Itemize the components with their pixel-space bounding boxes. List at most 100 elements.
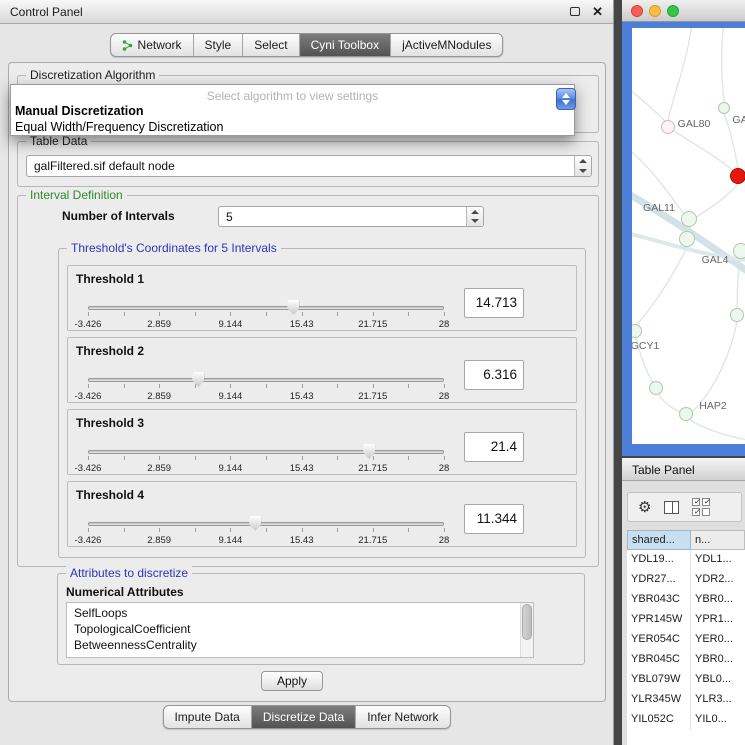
table-row[interactable]: YLR345WYLR3... [627,690,745,710]
threshold-1-value[interactable]: 14.713 [464,288,524,318]
tab-infer-network[interactable]: Infer Network [356,706,449,728]
apply-button[interactable]: Apply [261,671,323,691]
threshold-2-slider[interactable] [88,372,444,390]
network-node[interactable] [730,168,745,184]
table-cell-name[interactable]: YDR2... [691,570,745,590]
number-of-intervals-combobox[interactable]: 5 [218,206,484,227]
zoom-traffic-light-icon[interactable] [667,5,679,17]
table-header-row: shared... n... [627,530,745,550]
attribute-list-item[interactable]: TopologicalCoefficient [67,621,533,637]
network-node[interactable] [679,407,693,421]
combobox-stepper-icon[interactable] [574,156,591,176]
table-data-combobox[interactable]: galFiltered.sif default node [26,155,592,177]
slider-scale-label: 15.43 [290,535,314,546]
threshold-4-value[interactable]: 11.344 [464,504,524,534]
table-cell-shared-name[interactable]: YLR345W [627,690,691,710]
table-cell-name[interactable]: YLR3... [691,690,745,710]
tab-cyni-toolbox-label: Cyni Toolbox [311,38,379,52]
slider-scale: -3.4262.8599.14415.4321.71528 [88,319,444,331]
threshold-3-slider[interactable] [88,444,444,462]
slider-scale-label: -3.426 [75,535,102,546]
table-cell-shared-name[interactable]: YPR145W [627,610,691,630]
table-panel-toolbar: ⚙ [627,492,742,522]
threshold-3-value[interactable]: 21.4 [464,432,524,462]
threshold-4-slider[interactable] [88,516,444,534]
network-node[interactable] [661,120,675,134]
table-cell-shared-name[interactable]: YIL052C [627,710,691,730]
threshold-1-slider[interactable] [88,300,444,318]
select-columns-icon[interactable] [692,498,710,516]
slider-ticks [88,456,444,460]
slider-scale-label: 9.144 [219,463,243,474]
table-panel-title: Table Panel [622,458,745,481]
tab-network[interactable]: Network [111,34,194,56]
close-traffic-light-icon[interactable] [631,5,643,17]
tab-style[interactable]: Style [194,34,244,56]
float-window-icon[interactable] [570,7,580,16]
scrollbar-thumb[interactable] [522,604,532,640]
list-scrollbar[interactable] [520,603,533,657]
table-data-combobox-value: galFiltered.sif default node [34,159,571,173]
network-node[interactable] [730,308,744,322]
interval-definition-group-title: Interval Definition [26,188,127,202]
combobox-stepper-icon[interactable] [466,207,483,226]
table-cell-name[interactable]: YPR1... [691,610,745,630]
numerical-attributes-list[interactable]: SelfLoopsTopologicalCoefficientBetweenne… [66,602,534,658]
algorithm-combobox-stepper[interactable] [556,88,576,110]
table-cell-name[interactable]: YBR0... [691,590,745,610]
tab-jactivemodules-label: jActiveMNodules [402,38,491,52]
bottom-tabbar: Impute Data Discretize Data Infer Networ… [162,705,450,729]
dropdown-option-manual-discretization[interactable]: Manual Discretization [15,104,570,118]
table-row[interactable]: YDR27...YDR2... [627,570,745,590]
network-node[interactable] [681,211,697,227]
tab-select[interactable]: Select [243,34,299,56]
tab-cyni-toolbox[interactable]: Cyni Toolbox [300,34,391,56]
table-cell-shared-name[interactable]: YBR043C [627,590,691,610]
network-node[interactable] [733,243,745,259]
slider-scale-label: 21.715 [358,463,387,474]
gear-icon[interactable]: ⚙ [638,500,651,515]
table-cell-name[interactable]: YIL0... [691,710,745,730]
table-cell-name[interactable]: YBR0... [691,650,745,670]
algorithm-combo-placeholder: Select algorithm to view settings [11,89,574,103]
network-node-label: GAL4 [702,254,729,266]
network-node[interactable] [679,231,695,247]
slider-ticks [88,312,444,316]
table-row[interactable]: YBR045CYBR0... [627,650,745,670]
table-cell-name[interactable]: YBL0... [691,670,745,690]
tab-select-label: Select [254,38,287,52]
attribute-list-item[interactable]: SelfLoops [67,605,533,621]
close-icon[interactable]: ✕ [592,7,603,17]
slider-scale-label: 15.43 [290,391,314,402]
table-cell-shared-name[interactable]: YDR27... [627,570,691,590]
column-header-name[interactable]: n... [691,530,745,550]
tab-jactivemodules[interactable]: jActiveMNodules [391,34,502,56]
table-cell-shared-name[interactable]: YBR045C [627,650,691,670]
threshold-2-value[interactable]: 6.316 [464,360,524,390]
attributes-group: Attributes to discretize Numerical Attri… [57,573,585,665]
table-cell-shared-name[interactable]: YER054C [627,630,691,650]
slider-scale: -3.4262.8599.14415.4321.71528 [88,535,444,547]
dropdown-option-equal-width[interactable]: Equal Width/Frequency Discretization [15,120,570,134]
table-cell-shared-name[interactable]: YDL19... [627,550,691,570]
table-cell-name[interactable]: YDL1... [691,550,745,570]
column-header-shared-name[interactable]: shared... [627,530,691,550]
table-cell-name[interactable]: YER0... [691,630,745,650]
minimize-traffic-light-icon[interactable] [649,5,661,17]
table-row[interactable]: YPR145WYPR1... [627,610,745,630]
network-node[interactable] [649,381,663,395]
tab-discretize-data[interactable]: Discretize Data [252,706,356,728]
table-row[interactable]: YBL079WYBL0... [627,670,745,690]
attribute-list-item[interactable]: BetweennessCentrality [67,637,533,653]
table-row[interactable]: YIL052CYIL0... [627,710,745,730]
slider-scale-label: 21.715 [358,391,387,402]
network-canvas[interactable]: GAL80GAGAL11GAL4GCY1HAP2 [632,28,745,444]
network-node[interactable] [718,102,730,114]
table-row[interactable]: YDL19...YDL1... [627,550,745,570]
tab-impute-data[interactable]: Impute Data [163,706,251,728]
slider-track [88,306,444,310]
column-settings-icon[interactable] [664,501,679,514]
table-row[interactable]: YBR043CYBR0... [627,590,745,610]
table-row[interactable]: YER054CYER0... [627,630,745,650]
table-cell-shared-name[interactable]: YBL079W [627,670,691,690]
